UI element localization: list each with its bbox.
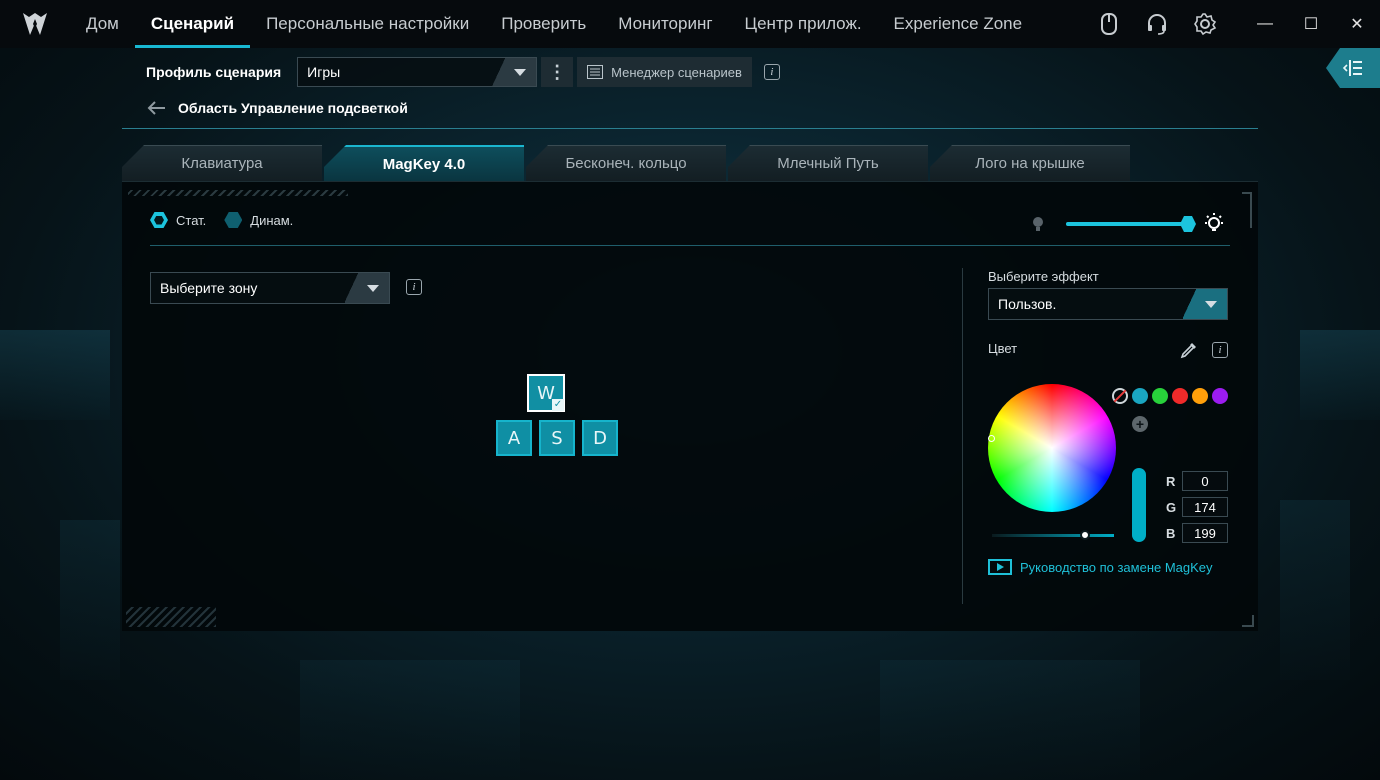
- decor-corner: [1242, 615, 1254, 627]
- effect-select-value: Пользов.: [998, 296, 1057, 312]
- tab-lid-logo[interactable]: Лого на крышке: [930, 145, 1130, 181]
- effect-label: Выберите эффект: [988, 269, 1099, 284]
- tab-magkey[interactable]: MagKey 4.0: [324, 145, 524, 181]
- side-panel-toggle[interactable]: [1326, 48, 1380, 88]
- magkey-guide-link[interactable]: Руководство по замене MagKey: [988, 559, 1213, 575]
- profile-label: Профиль сценария: [146, 64, 282, 80]
- color-presets: [1112, 388, 1228, 404]
- color-label: Цвет: [988, 341, 1018, 356]
- divider: [150, 245, 1230, 246]
- nav-check[interactable]: Проверить: [485, 0, 602, 48]
- nav-monitoring[interactable]: Мониторинг: [602, 0, 728, 48]
- tab-milky-way[interactable]: Млечный Путь: [728, 145, 928, 181]
- device-tabs: Клавиатура MagKey 4.0 Бесконеч. кольцо М…: [122, 145, 1132, 181]
- predator-logo: [0, 0, 70, 48]
- check-icon: ✓: [552, 399, 564, 411]
- chevron-down-icon: [492, 58, 537, 86]
- main-nav: Дом Сценарий Персональные настройки Пров…: [70, 0, 1038, 48]
- key-s[interactable]: S: [539, 420, 575, 456]
- nav-app-center[interactable]: Центр прилож.: [729, 0, 878, 48]
- title-bar: Дом Сценарий Персональные настройки Пров…: [0, 0, 1380, 48]
- profile-row: Профиль сценария Игры ⋮ Менеджер сценари…: [146, 56, 780, 88]
- chevron-down-icon: [345, 273, 389, 303]
- divider: [122, 128, 1258, 129]
- zone-select-placeholder: Выберите зону: [160, 280, 258, 296]
- g-input[interactable]: 174: [1182, 497, 1228, 517]
- static-mode-label: Стат.: [176, 212, 207, 228]
- color-preview-bar: [1132, 468, 1146, 542]
- color-swatch-red[interactable]: [1172, 388, 1188, 404]
- panel-collapse-icon: [1342, 60, 1362, 76]
- rgb-inputs: R 0 G 174 B 199: [1166, 468, 1228, 546]
- static-mode-radio[interactable]: [150, 212, 168, 228]
- info-icon[interactable]: i: [406, 279, 422, 295]
- info-icon[interactable]: i: [763, 64, 780, 80]
- headset-icon[interactable]: [1143, 10, 1171, 38]
- tab-keyboard[interactable]: Клавиатура: [122, 145, 322, 181]
- bulb-bright-icon: [1205, 213, 1223, 231]
- mode-selector: Стат. Динам.: [150, 212, 293, 228]
- list-icon: [587, 65, 604, 79]
- dynamic-mode-label: Динам.: [250, 212, 294, 228]
- key-label: D: [593, 427, 607, 449]
- color-swatch-cyan[interactable]: [1132, 388, 1148, 404]
- scenario-manager-button[interactable]: Менеджер сценариев: [577, 57, 752, 87]
- gear-icon[interactable]: [1191, 10, 1219, 38]
- shade-slider[interactable]: [992, 534, 1114, 537]
- key-d[interactable]: D: [582, 420, 618, 456]
- profile-select[interactable]: Игры: [297, 57, 538, 87]
- r-label: R: [1166, 473, 1176, 489]
- magkey-guide-label: Руководство по замене MagKey: [1020, 559, 1213, 575]
- back-arrow-icon[interactable]: [146, 100, 166, 116]
- page-title: Область Управление подсветкой: [178, 100, 408, 116]
- nav-personal-settings[interactable]: Персональные настройки: [250, 0, 485, 48]
- brightness-control: [1032, 212, 1232, 236]
- g-label: G: [1166, 499, 1177, 515]
- effect-select[interactable]: Пользов.: [988, 288, 1228, 320]
- nav-home[interactable]: Дом: [70, 0, 135, 48]
- brightness-slider-handle[interactable]: [1180, 216, 1196, 232]
- key-a[interactable]: A: [496, 420, 532, 456]
- b-input[interactable]: 199: [1182, 523, 1228, 543]
- key-w[interactable]: W ✓: [527, 374, 565, 412]
- brightness-slider-fill: [1066, 222, 1188, 226]
- key-label: A: [507, 427, 521, 449]
- nav-scenario[interactable]: Сценарий: [134, 0, 251, 48]
- mouse-icon[interactable]: [1095, 10, 1123, 38]
- color-wheel-marker[interactable]: [988, 435, 995, 442]
- bulb-dim-icon: [1033, 217, 1043, 231]
- info-icon[interactable]: i: [1212, 342, 1228, 358]
- add-color-button[interactable]: +: [1132, 416, 1148, 432]
- profile-more-button[interactable]: ⋮: [541, 57, 574, 87]
- color-wheel[interactable]: [988, 384, 1116, 512]
- brightness-slider[interactable]: [1066, 216, 1196, 232]
- maximize-button[interactable]: ☐: [1288, 0, 1334, 48]
- close-button[interactable]: ✕: [1334, 0, 1380, 48]
- decor-corner: [1242, 192, 1252, 228]
- b-label: B: [1166, 525, 1176, 541]
- chevron-down-icon: [1183, 289, 1227, 319]
- divider: [962, 268, 963, 604]
- lighting-panel: Стат. Динам. Выберите зону i W ✓ A S D В…: [122, 181, 1258, 631]
- color-swatch-orange[interactable]: [1192, 388, 1208, 404]
- tab-infinity-ring[interactable]: Бесконеч. кольцо: [526, 145, 726, 181]
- decor-stripes: [128, 190, 348, 196]
- eyedropper-icon[interactable]: [1180, 341, 1198, 359]
- zone-select[interactable]: Выберите зону: [150, 272, 390, 304]
- no-color-swatch[interactable]: [1112, 388, 1128, 404]
- breadcrumb: Область Управление подсветкой: [146, 96, 408, 120]
- shade-slider-handle[interactable]: [1080, 530, 1090, 540]
- color-swatch-purple[interactable]: [1212, 388, 1228, 404]
- video-play-icon: [988, 559, 1012, 575]
- decor-corner: [126, 607, 216, 627]
- nav-experience-zone[interactable]: Experience Zone: [878, 0, 1039, 48]
- r-input[interactable]: 0: [1182, 471, 1228, 491]
- color-swatch-green[interactable]: [1152, 388, 1168, 404]
- dynamic-mode-radio[interactable]: [224, 212, 243, 228]
- minimize-button[interactable]: —: [1242, 0, 1288, 48]
- key-label: S: [551, 427, 563, 449]
- scenario-manager-label: Менеджер сценариев: [611, 64, 742, 80]
- profile-select-value: Игры: [307, 64, 341, 80]
